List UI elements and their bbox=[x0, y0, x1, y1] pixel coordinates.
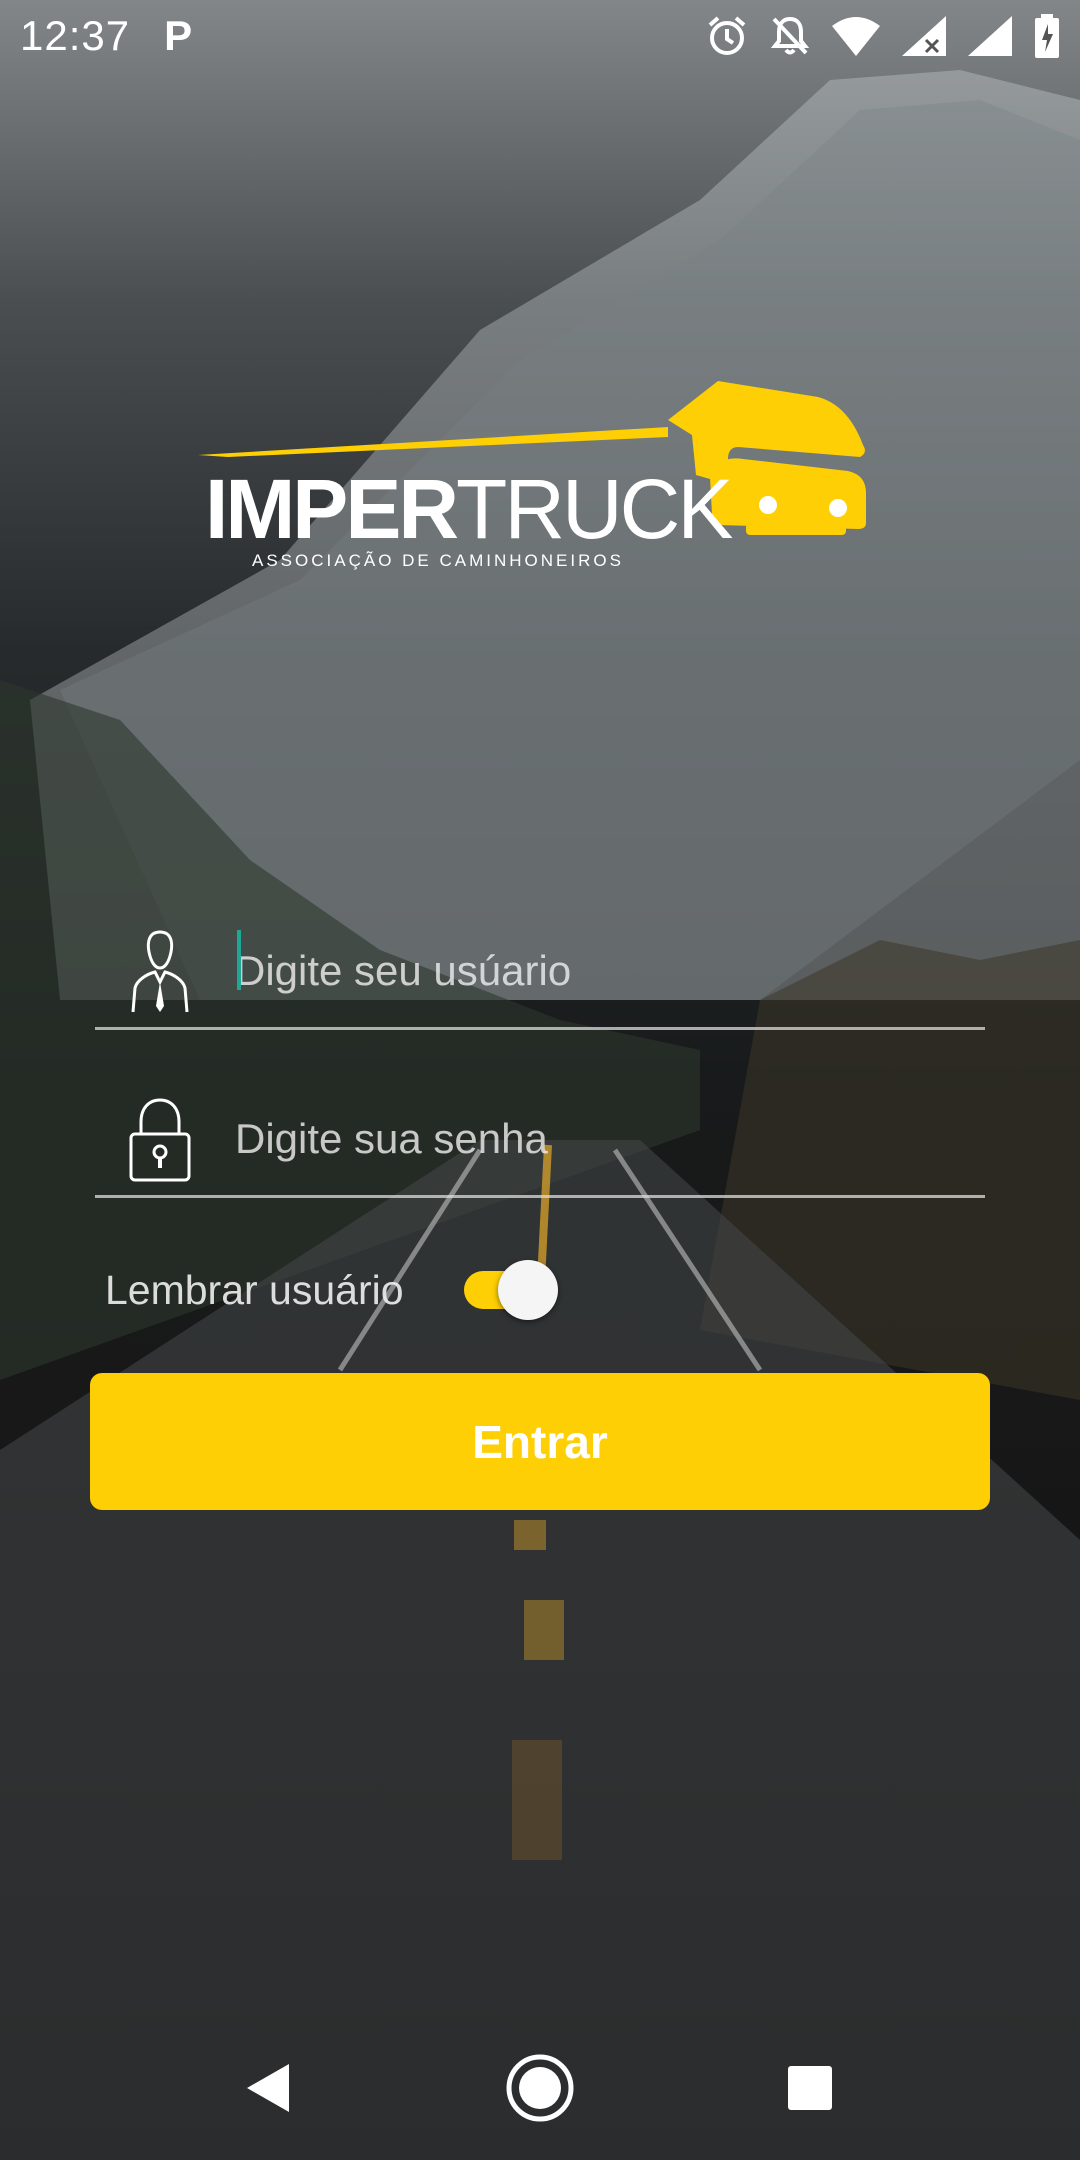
logo-word-imper: IMPER bbox=[205, 462, 459, 556]
alarm-icon bbox=[708, 16, 746, 55]
nav-recents-button[interactable] bbox=[750, 2016, 870, 2160]
remember-user-row: Lembrar usuário bbox=[105, 1255, 558, 1325]
password-field[interactable] bbox=[95, 1088, 985, 1198]
nav-home-button[interactable] bbox=[480, 2016, 600, 2160]
nav-back-button[interactable] bbox=[208, 2016, 328, 2160]
logo-word-truck: TRUCK bbox=[456, 462, 733, 556]
lock-icon bbox=[129, 1098, 191, 1182]
toggle-thumb bbox=[498, 1260, 558, 1320]
cellular-signal-icon-2 bbox=[968, 16, 1012, 56]
user-icon bbox=[131, 930, 189, 1013]
status-clock: 12:37 bbox=[20, 12, 131, 59]
logo-tagline: ASSOCIAÇÃO DE CAMINHONEIROS bbox=[252, 551, 624, 570]
recents-square-icon bbox=[788, 2066, 832, 2110]
mountain-road-illustration bbox=[0, 70, 1080, 2160]
parking-p-icon: P bbox=[164, 12, 193, 59]
logo-wordmark: IMPERTRUCK bbox=[205, 467, 733, 551]
remember-user-toggle[interactable] bbox=[458, 1255, 558, 1325]
wifi-icon bbox=[832, 17, 880, 56]
remember-user-label: Lembrar usuário bbox=[105, 1266, 404, 1313]
text-cursor bbox=[237, 930, 241, 990]
do-not-disturb-icon bbox=[770, 16, 810, 55]
impertruck-logo: IMPERTRUCK ASSOCIAÇÃO DE CAMINHONEIROS bbox=[198, 375, 870, 575]
back-triangle-icon bbox=[247, 2064, 289, 2112]
battery-icon bbox=[1035, 14, 1059, 58]
home-circle-icon bbox=[506, 2054, 574, 2122]
cellular-signal-icon bbox=[902, 16, 946, 56]
login-button[interactable]: Entrar bbox=[90, 1373, 990, 1510]
status-bar: 12:37 P bbox=[0, 0, 1080, 72]
navigation-bar bbox=[0, 2016, 1080, 2160]
username-field[interactable] bbox=[95, 920, 985, 1030]
background-landscape bbox=[0, 0, 1080, 2160]
username-input[interactable] bbox=[235, 936, 955, 1006]
password-input[interactable] bbox=[235, 1104, 955, 1174]
